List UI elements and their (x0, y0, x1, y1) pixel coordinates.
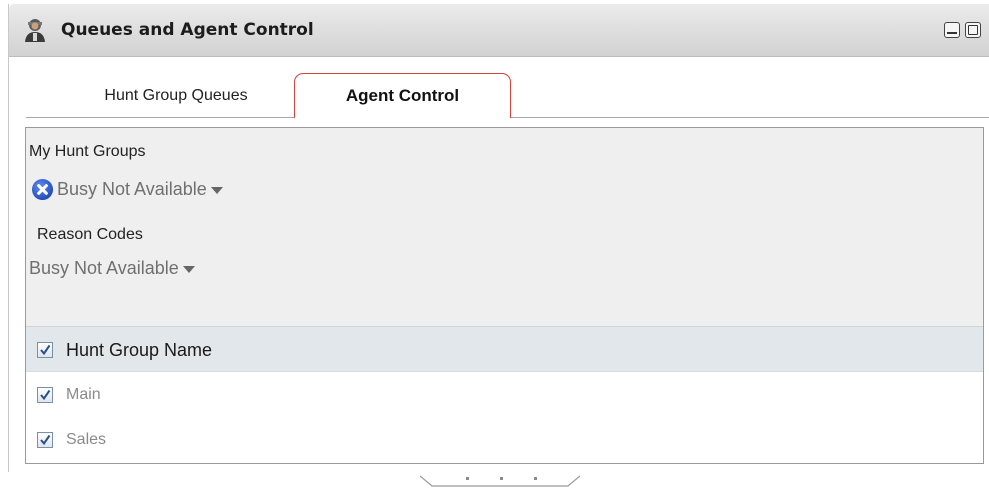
my-hunt-groups-label: My Hunt Groups (29, 143, 146, 160)
row-checkbox-main[interactable] (37, 386, 53, 403)
reason-codes-label: Reason Codes (37, 226, 143, 243)
table-row[interactable]: Main (26, 372, 983, 417)
checkmark-icon (40, 389, 51, 400)
agent-control-panel: My Hunt Groups Busy Not Available Reason… (25, 127, 984, 464)
window-titlebar[interactable]: Queues and Agent Control (9, 4, 989, 57)
agent-status-value: Busy Not Available (57, 179, 207, 199)
hunt-group-name-header: Hunt Group Name (66, 339, 213, 360)
chevron-down-icon (182, 266, 195, 273)
table-row[interactable]: Sales (26, 417, 983, 462)
checkmark-icon (40, 344, 51, 356)
tab-bar: Hunt Group Queues Agent Control (9, 57, 989, 119)
hunt-group-name: Main (66, 385, 101, 403)
table-header: Hunt Group Name (26, 326, 983, 372)
maximize-button[interactable] (965, 22, 981, 38)
checkmark-icon (40, 434, 51, 445)
minimize-button[interactable] (944, 22, 960, 38)
tab-hunt-group-queues[interactable]: Hunt Group Queues (61, 73, 291, 118)
agent-icon (25, 19, 45, 42)
window-title: Queues and Agent Control (61, 20, 314, 40)
queues-agent-control-window: Queues and Agent Control Hunt Group Queu… (8, 4, 989, 472)
agent-status-dropdown[interactable]: Busy Not Available (31, 178, 223, 201)
chevron-down-icon (210, 187, 223, 194)
hunt-group-name: Sales (66, 430, 107, 448)
select-all-checkbox[interactable] (37, 342, 53, 358)
reason-code-value: Busy Not Available (29, 258, 179, 278)
reason-code-dropdown[interactable]: Busy Not Available (29, 258, 195, 279)
hunt-group-table: Hunt Group Name Main Sales (26, 326, 983, 463)
row-checkbox-sales[interactable] (37, 431, 53, 448)
busy-x-icon (31, 178, 54, 201)
tab-agent-control[interactable]: Agent Control (294, 73, 511, 118)
